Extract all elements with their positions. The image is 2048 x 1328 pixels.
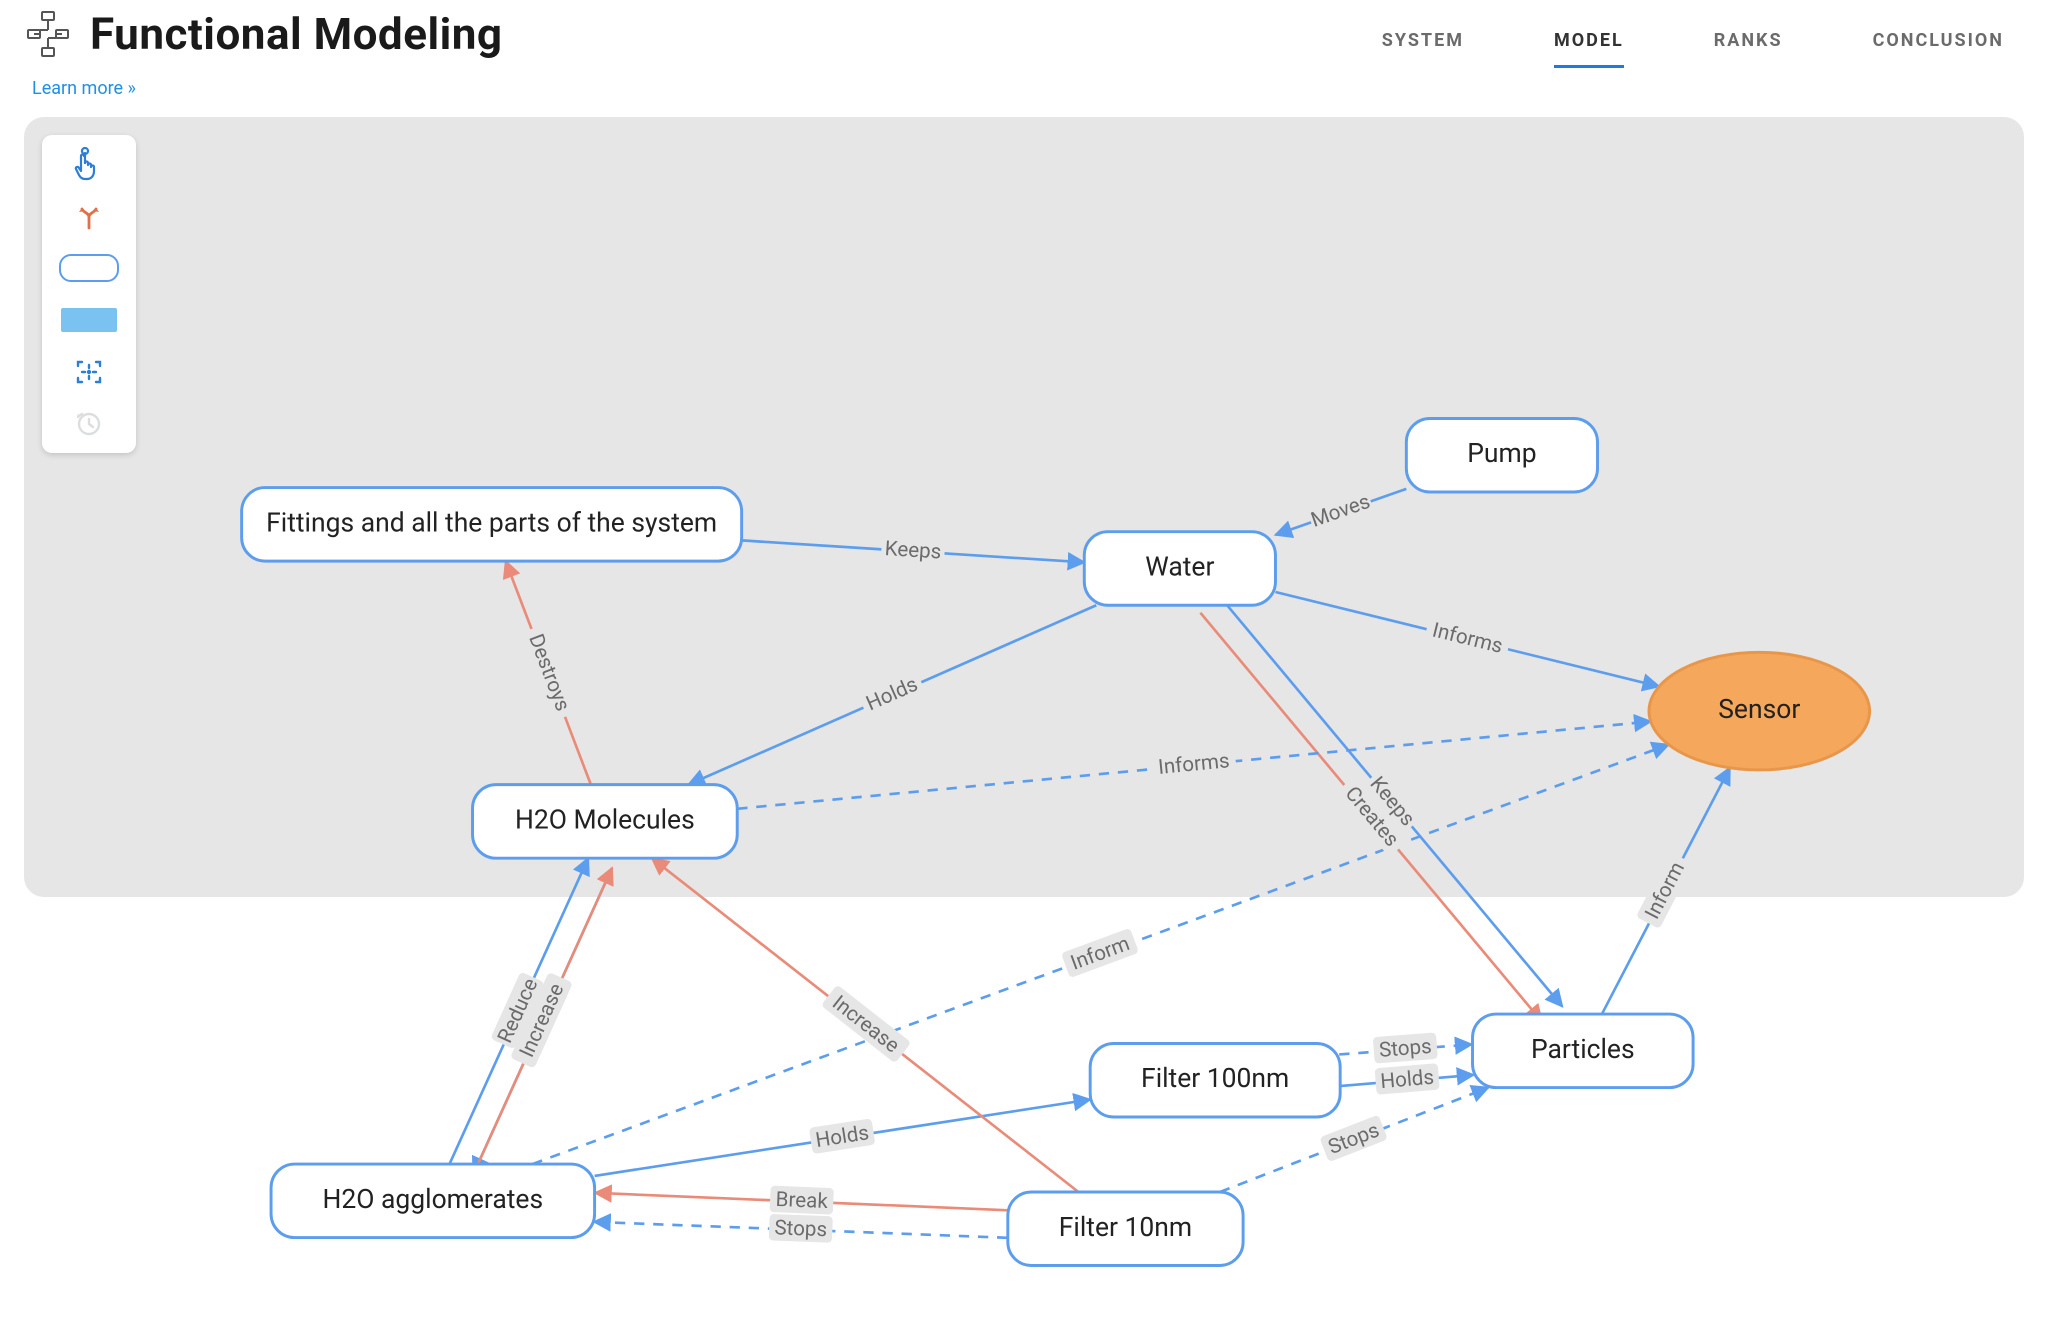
tab-model[interactable]: MODEL <box>1554 22 1624 68</box>
page-title: Functional Modeling <box>90 8 503 60</box>
node-fittings[interactable]: Fittings and all the parts of the system <box>242 488 742 562</box>
node-label-h2o_agg: H2O agglomerates <box>322 1184 543 1215</box>
edge-label-e_particles_sensor: Inform <box>1636 852 1693 929</box>
edge-label-e_agg_filter100_holds: Holds <box>809 1118 876 1154</box>
tab-ranks[interactable]: RANKS <box>1714 22 1783 68</box>
edge-label-e_water_sensor: Informs <box>1424 615 1512 661</box>
svg-text:Holds: Holds <box>1380 1066 1435 1094</box>
node-h2o_mol[interactable]: H2O Molecules <box>473 785 738 859</box>
edge-label-e_filter10_agg_break: Break <box>770 1186 834 1215</box>
svg-text:Keeps: Keeps <box>884 537 942 565</box>
node-sensor[interactable]: Sensor <box>1649 652 1870 770</box>
edge-label-e_water_h2o: Holds <box>858 669 927 719</box>
svg-text:Stops: Stops <box>1378 1035 1432 1063</box>
node-label-filter10: Filter 10nm <box>1059 1212 1192 1243</box>
tabs: SYSTEM MODEL RANKS CONCLUSION <box>1382 8 2024 68</box>
edge-label-e_filter100_particles_stops: Stops <box>1373 1032 1438 1063</box>
svg-text:Stops: Stops <box>774 1216 828 1242</box>
svg-text:Increase: Increase <box>827 991 903 1058</box>
edge-label-e_filter10_h2o_increase: Increase <box>821 985 911 1064</box>
svg-text:Inform: Inform <box>1641 858 1690 923</box>
node-label-particles: Particles <box>1531 1034 1635 1065</box>
edge-label-e_pump_water: Moves <box>1306 487 1374 533</box>
node-label-pump: Pump <box>1467 438 1536 469</box>
tab-conclusion[interactable]: CONCLUSION <box>1873 22 2004 68</box>
svg-text:Moves: Moves <box>1308 490 1373 533</box>
node-water[interactable]: Water <box>1084 532 1275 606</box>
svg-text:Destroys: Destroys <box>523 631 574 715</box>
diagram-canvas[interactable]: Fittings and all the parts of the system… <box>24 117 2024 897</box>
edge-label-e_h2o_fit: Destroys <box>521 624 579 721</box>
node-label-water: Water <box>1145 551 1214 582</box>
edge-label-e_h2o_sensor: Informs <box>1151 747 1237 781</box>
edge-label-e_filter10_agg_stops: Stops <box>769 1214 833 1243</box>
svg-text:Inform: Inform <box>1068 932 1133 976</box>
edge-label-e_fit_water: Keeps <box>881 535 946 565</box>
node-label-sensor: Sensor <box>1718 694 1800 725</box>
node-label-h2o_mol: H2O Molecules <box>515 804 695 835</box>
edge-label-e_filter100_particles_holds: Holds <box>1375 1063 1440 1095</box>
node-particles[interactable]: Particles <box>1473 1014 1694 1088</box>
edge-label-e_agg_sensor_inform: Inform <box>1061 928 1139 978</box>
flowchart-icon <box>24 10 72 58</box>
tab-system[interactable]: SYSTEM <box>1382 22 1464 68</box>
header: Functional Modeling SYSTEM MODEL RANKS C… <box>24 8 2024 68</box>
svg-text:Break: Break <box>775 1188 829 1214</box>
node-pump[interactable]: Pump <box>1406 418 1597 492</box>
graph-svg[interactable]: Fittings and all the parts of the system… <box>24 117 2024 1293</box>
learn-more-link[interactable]: Learn more » <box>32 78 136 99</box>
node-label-filter100: Filter 100nm <box>1141 1063 1289 1094</box>
edge-label-e_filter10_particles_stops: Stops <box>1319 1115 1388 1163</box>
node-h2o_agg[interactable]: H2O agglomerates <box>271 1164 595 1238</box>
node-filter10[interactable]: Filter 10nm <box>1008 1192 1243 1266</box>
node-filter100[interactable]: Filter 100nm <box>1090 1043 1340 1117</box>
node-label-fittings: Fittings and all the parts of the system <box>266 507 717 538</box>
title-wrap: Functional Modeling <box>24 8 503 60</box>
